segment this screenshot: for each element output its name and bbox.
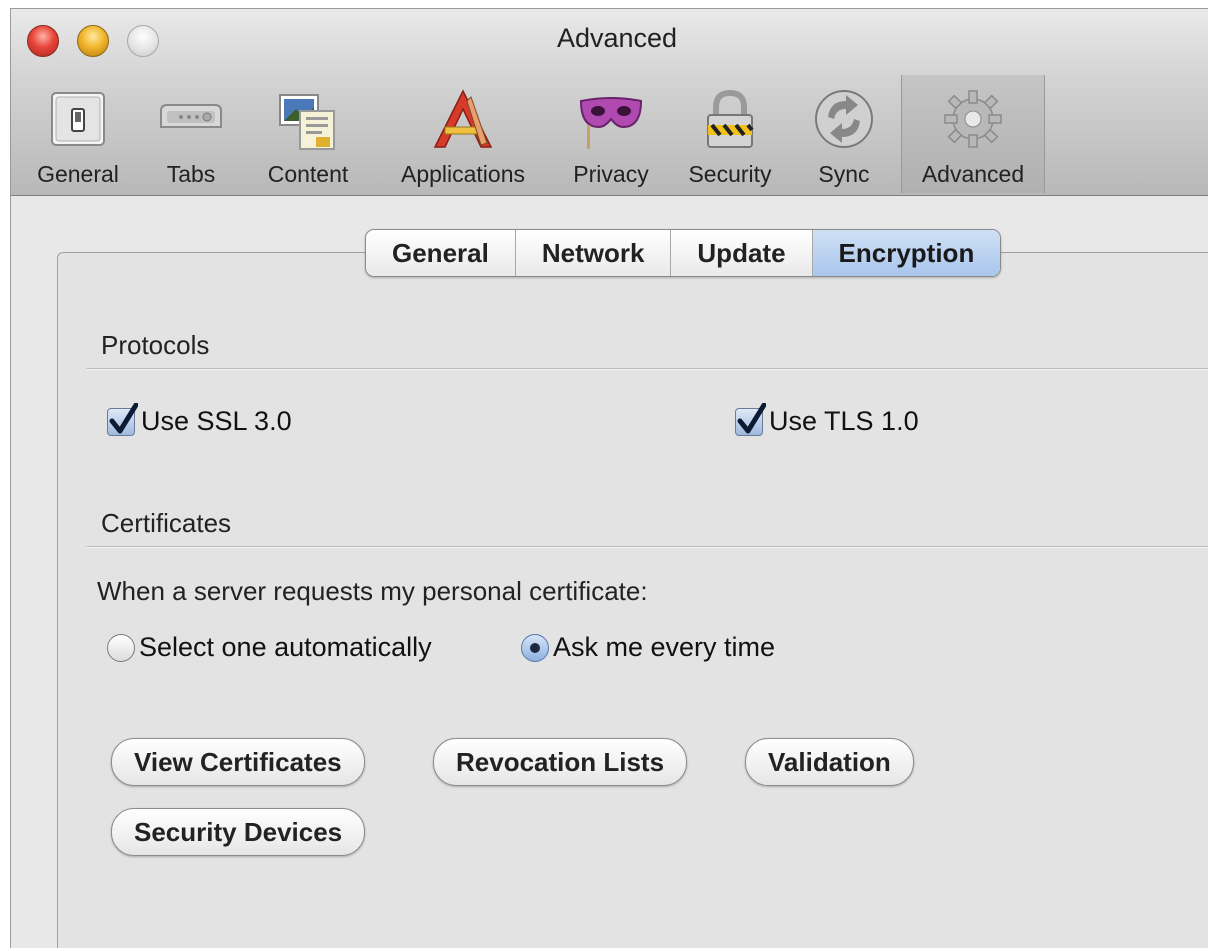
toolbar-label-sync: Sync <box>818 161 870 187</box>
view-certificates-button[interactable]: View Certificates <box>111 738 365 786</box>
use-ssl-label: Use SSL 3.0 <box>141 406 292 436</box>
toolbar-item-tabs[interactable]: Tabs <box>151 75 231 193</box>
tab-network[interactable]: Network <box>516 230 672 276</box>
toolbar-label-content: Content <box>267 161 349 187</box>
switch-icon <box>46 87 110 151</box>
tab-general[interactable]: General <box>366 230 516 276</box>
checkbox-checked-icon <box>735 402 766 436</box>
advanced-tabs: General Network Update Encryption <box>365 229 1002 277</box>
radio-ask-every-time[interactable]: Ask me every time <box>521 632 775 663</box>
preferences-window: Advanced General Tabs Content Applicatio… <box>10 8 1208 948</box>
radio-off-icon <box>107 633 135 662</box>
tab-encryption[interactable]: Encryption <box>812 230 1001 276</box>
toolbar-item-security[interactable]: Security <box>677 75 783 193</box>
toolbar-item-applications[interactable]: Applications <box>383 75 543 193</box>
security-devices-button[interactable]: Security Devices <box>111 808 366 856</box>
toolbar-label-tabs: Tabs <box>166 161 216 187</box>
checkbox-checked-icon <box>107 402 138 436</box>
sync-icon <box>812 87 876 151</box>
padlock-icon <box>698 87 762 151</box>
toolbar-label-general: General <box>37 161 119 187</box>
certificates-divider <box>87 546 1208 548</box>
radio-on-icon <box>521 633 549 662</box>
toolbar-label-advanced: Advanced <box>921 161 1025 187</box>
certificates-heading: Certificates <box>101 508 232 538</box>
use-tls-label: Use TLS 1.0 <box>769 406 919 436</box>
toolbar-item-general[interactable]: General <box>25 75 131 193</box>
title-bar: Advanced General Tabs Content Applicatio… <box>11 9 1208 196</box>
use-ssl-checkbox[interactable]: Use SSL 3.0 <box>107 402 292 437</box>
toolbar-item-content[interactable]: Content <box>253 75 363 193</box>
validation-button[interactable]: Validation <box>745 738 914 786</box>
gear-icon <box>941 87 1005 151</box>
window-title: Advanced <box>556 23 678 53</box>
tab-update[interactable]: Update <box>671 230 813 276</box>
tabs-icon <box>159 87 223 151</box>
protocols-divider <box>87 368 1208 370</box>
radio-ask-every-time-label: Ask me every time <box>553 632 776 662</box>
applications-icon <box>431 87 495 151</box>
protocols-heading: Protocols <box>101 330 210 360</box>
toolbar-label-privacy: Privacy <box>573 161 649 187</box>
use-tls-checkbox[interactable]: Use TLS 1.0 <box>735 402 919 437</box>
certificate-prompt: When a server requests my personal certi… <box>97 576 648 606</box>
preferences-content: General Network Update Encryption Protoc… <box>11 196 1208 948</box>
radio-select-automatically[interactable]: Select one automatically <box>107 632 432 663</box>
toolbar-item-advanced[interactable]: Advanced <box>901 75 1045 193</box>
toolbar-label-security: Security <box>688 161 772 187</box>
toolbar-label-applications: Applications <box>400 161 526 187</box>
radio-select-automatically-label: Select one automatically <box>139 632 432 662</box>
mask-icon <box>579 87 643 151</box>
toolbar-item-sync[interactable]: Sync <box>807 75 881 193</box>
revocation-lists-button[interactable]: Revocation Lists <box>433 738 688 786</box>
content-icon <box>276 87 340 151</box>
toolbar-item-privacy[interactable]: Privacy <box>565 75 657 193</box>
